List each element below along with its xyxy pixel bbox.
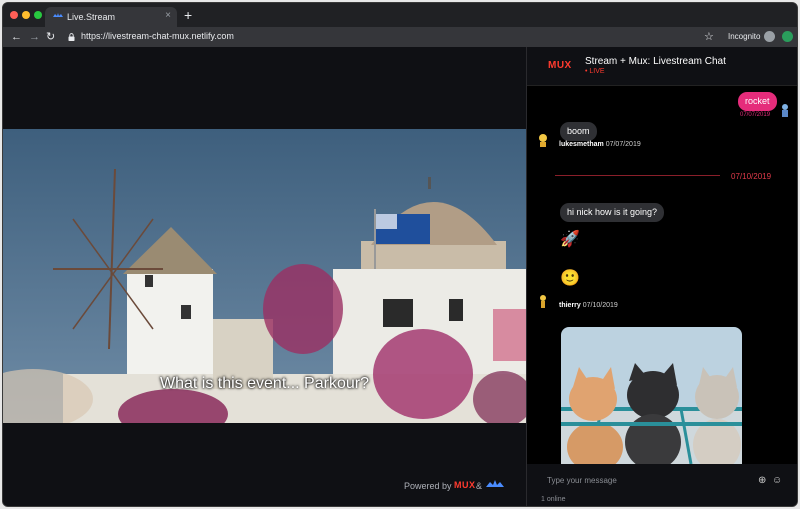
message-bubble-self: rocket [738, 92, 777, 111]
close-window-button[interactable] [10, 11, 18, 19]
video-player[interactable]: What is this event... Parkour? [3, 129, 526, 423]
kittens-gif[interactable] [561, 327, 742, 464]
message-meta: lukesmetham 07/07/2019 [559, 141, 641, 148]
forward-button[interactable]: → [29, 30, 40, 44]
extension-icon[interactable] [782, 31, 793, 42]
message-time: 07/07/2019 [605, 141, 641, 148]
tab-strip: Live.Stream × + [3, 3, 797, 27]
online-count: 1 online [541, 496, 566, 503]
maximize-window-button[interactable] [34, 11, 42, 19]
video-caption: What is this event... Parkour? [160, 375, 369, 392]
address-bar[interactable]: https://livestream-chat-mux.netlify.com [81, 31, 234, 41]
user-avatar-icon [540, 295, 546, 308]
ampersand-label: & [476, 481, 483, 491]
message-time: 07/07/2019 [740, 112, 771, 118]
chat-header: MUX Stream + Mux: Livestream Chat • LIVE [527, 47, 797, 86]
browser-toolbar: ← → ↻ https://livestream-chat-mux.netlif… [3, 27, 797, 47]
back-button[interactable]: ← [11, 30, 22, 44]
reload-button[interactable]: ↻ [46, 30, 55, 44]
message-bubble: hi nick how is it going? [560, 203, 665, 222]
message-meta: thierry 07/10/2019 [559, 302, 618, 309]
tab-close-icon[interactable]: × [165, 10, 171, 21]
kittens-image [561, 327, 742, 464]
live-indicator: • LIVE [585, 68, 605, 75]
new-tab-button[interactable]: + [184, 7, 192, 23]
date-divider-line [555, 175, 720, 176]
message-username[interactable]: lukesmetham [559, 141, 604, 148]
browser-window: Live.Stream × + ← → ↻ https://livestream… [2, 2, 798, 507]
add-attachment-icon[interactable]: ⊕ [758, 475, 766, 487]
tab-live-stream[interactable]: Live.Stream × [45, 7, 177, 27]
bookmark-star-icon[interactable]: ☆ [704, 30, 714, 44]
stream-logo-icon [53, 13, 63, 17]
message-bubble: boom [560, 122, 597, 141]
chat-title: Stream + Mux: Livestream Chat [585, 56, 726, 67]
user-avatar-icon [539, 134, 547, 147]
smile-emoji: 🙂 [560, 270, 580, 287]
incognito-icon[interactable] [764, 31, 775, 42]
lock-icon [68, 33, 75, 41]
video-pane: What is this event... Parkour? Powered b… [3, 47, 526, 506]
date-divider: 07/10/2019 [731, 172, 772, 181]
emoji-picker-icon[interactable]: ☺ [772, 475, 782, 487]
mux-logo: MUX [548, 60, 572, 71]
user-avatar-icon [782, 104, 788, 117]
mux-logo[interactable]: MUX [454, 480, 476, 490]
incognito-label: Incognito [728, 32, 761, 41]
chat-panel: MUX Stream + Mux: Livestream Chat • LIVE… [526, 47, 797, 506]
powered-by-label: Powered by [404, 481, 452, 491]
rocket-emoji: 🚀 [560, 231, 580, 248]
message-username[interactable]: thierry [559, 302, 581, 309]
stream-logo-icon[interactable] [486, 479, 504, 491]
minimize-window-button[interactable] [22, 11, 30, 19]
message-input[interactable]: Type your message [547, 476, 617, 485]
message-time: 07/10/2019 [582, 302, 618, 309]
tab-title: Live.Stream [67, 12, 116, 22]
message-composer: Type your message ⊕ ☺ 1 online [527, 464, 797, 506]
